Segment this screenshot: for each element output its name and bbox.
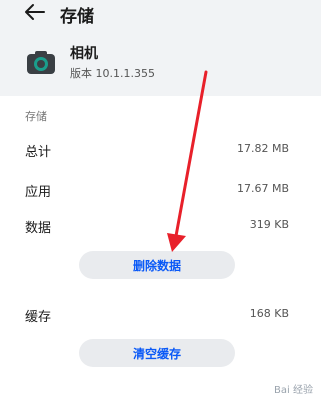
row-value: 17.67 MB xyxy=(236,182,289,195)
row-value: 168 KB xyxy=(249,307,289,320)
app-name: 相机 xyxy=(70,46,98,62)
header-bar: 存储 xyxy=(0,0,321,28)
clear-cache-button[interactable]: 清空缓存 xyxy=(79,339,235,367)
storage-row-data: 数据 319 KB xyxy=(0,214,321,238)
row-label: 应用 xyxy=(25,185,52,200)
back-arrow-icon[interactable] xyxy=(24,3,46,21)
camera-icon xyxy=(27,51,55,74)
row-label: 数据 xyxy=(25,221,52,236)
storage-row-total: 总计 17.82 MB xyxy=(0,138,321,162)
row-label: 缓存 xyxy=(25,310,52,325)
storage-row-app: 应用 17.67 MB xyxy=(0,178,321,202)
row-value: 319 KB xyxy=(249,218,289,231)
row-value: 17.82 MB xyxy=(236,142,289,155)
row-label: 总计 xyxy=(25,145,52,160)
storage-section: 存储 总计 17.82 MB 应用 17.67 MB 数据 319 KB 删除数… xyxy=(0,96,321,400)
storage-row-cache: 缓存 168 KB xyxy=(0,303,321,327)
page-title: 存储 xyxy=(60,7,94,27)
app-version: 版本 10.1.1.355 xyxy=(70,67,155,80)
app-info: 相机 版本 10.1.1.355 xyxy=(0,36,321,84)
clear-data-button[interactable]: 删除数据 xyxy=(79,251,235,279)
section-label: 存储 xyxy=(25,110,47,123)
watermark: Bai 经验 xyxy=(274,385,313,396)
